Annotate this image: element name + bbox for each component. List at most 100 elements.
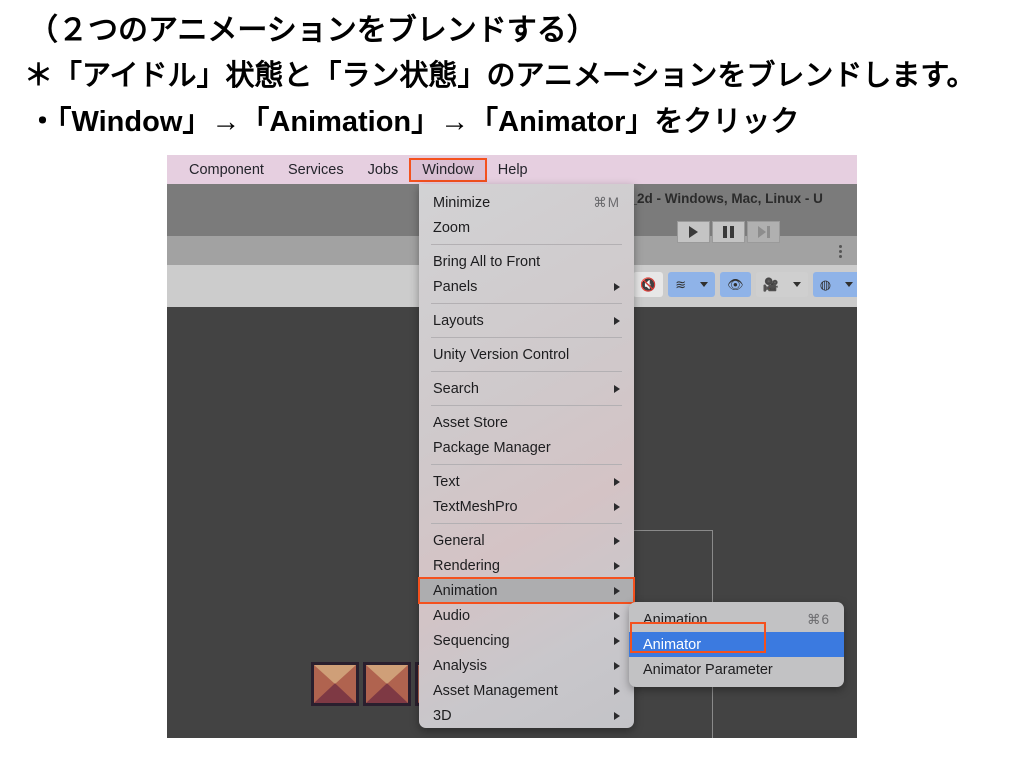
menu-separator xyxy=(431,405,622,406)
menu-separator xyxy=(431,464,622,465)
menu-item-label: General xyxy=(433,532,485,549)
chevron-right-icon xyxy=(614,477,620,486)
menu-item-label: Minimize xyxy=(433,194,491,211)
menu-item-asset-management[interactable]: Asset Management xyxy=(419,678,634,703)
menu-item-label: Layouts xyxy=(433,312,484,329)
menu-item-label: Search xyxy=(433,380,479,397)
menu-item-label: 3D xyxy=(433,707,452,724)
menu-item-sequencing[interactable]: Sequencing xyxy=(419,628,634,653)
menu-separator xyxy=(431,244,622,245)
menu-item-label: Asset Store xyxy=(433,414,508,431)
pause-icon xyxy=(723,226,734,238)
menu-separator xyxy=(431,371,622,372)
chevron-right-icon xyxy=(614,561,620,570)
submenu-item-animator[interactable]: Animator xyxy=(629,632,844,657)
submenu-item-animation[interactable]: Animation ⌘6 xyxy=(629,607,844,632)
kebab-icon[interactable] xyxy=(839,245,842,258)
animation-submenu: Animation ⌘6 Animator Animator Parameter xyxy=(629,602,844,687)
chevron-right-icon xyxy=(614,661,620,670)
menubar-item-window[interactable]: Window xyxy=(409,157,487,182)
menu-item-label: Package Manager xyxy=(433,439,551,456)
chevron-right-icon xyxy=(614,586,620,595)
menubar-item-services[interactable]: Services xyxy=(276,159,356,181)
chevron-right-icon xyxy=(614,536,620,545)
camera-dropdown-caret[interactable] xyxy=(785,272,808,297)
menu-item-panels[interactable]: Panels xyxy=(419,274,634,299)
menu-item-label: Unity Version Control xyxy=(433,346,570,363)
submenu-item-label: Animator Parameter xyxy=(643,661,773,678)
menu-item-minimize[interactable]: Minimize ⌘M xyxy=(419,190,634,215)
menu-separator xyxy=(431,523,622,524)
heading-line-3: ・「Window」→「Animation」→「Animator」をクリック xyxy=(28,106,800,138)
menu-item-text[interactable]: Text xyxy=(419,469,634,494)
menubar-item-component[interactable]: Component xyxy=(177,159,276,181)
menu-item-zoom[interactable]: Zoom xyxy=(419,215,634,240)
camera-bounds-top xyxy=(627,530,713,531)
unity-menu-bar: Component Services Jobs Window Help xyxy=(167,155,857,184)
menubar-item-jobs[interactable]: Jobs xyxy=(356,159,411,181)
menu-item-label: Zoom xyxy=(433,219,471,236)
menu-separator xyxy=(431,303,622,304)
submenu-item-shortcut: ⌘6 xyxy=(806,611,830,627)
menu-item-analysis[interactable]: Analysis xyxy=(419,653,634,678)
menu-item-label: Animation xyxy=(433,582,498,599)
menu-item-label: Bring All to Front xyxy=(433,253,541,270)
chevron-right-icon xyxy=(614,384,620,393)
gizmos-icon[interactable]: ◍ xyxy=(812,272,839,297)
effects-icon[interactable]: ≋ xyxy=(668,272,694,297)
chevron-right-icon xyxy=(614,711,620,720)
menu-item-bring-all-to-front[interactable]: Bring All to Front xyxy=(419,249,634,274)
play-button[interactable] xyxy=(677,221,710,243)
menu-item-label: Panels xyxy=(433,278,478,295)
chevron-right-icon xyxy=(614,282,620,291)
camera-group: 🎥 xyxy=(755,272,808,297)
heading-line-2: ＊「アイドル」状態と「ラン状態」のアニメーションをブレンドします。 xyxy=(24,60,976,92)
menu-item-textmeshpro[interactable]: TextMeshPro xyxy=(419,494,634,519)
step-icon xyxy=(757,226,770,238)
window-title: t_2d - Windows, Mac, Linux - U xyxy=(625,191,823,206)
chevron-right-icon xyxy=(614,611,620,620)
menu-item-label: Analysis xyxy=(433,657,487,674)
chevron-right-icon xyxy=(614,686,620,695)
menu-item-asset-store[interactable]: Asset Store xyxy=(419,410,634,435)
window-dropdown-menu: Minimize ⌘M Zoom Bring All to Front Pane… xyxy=(418,184,635,728)
submenu-item-label: Animator xyxy=(643,636,702,653)
menu-item-3d[interactable]: 3D xyxy=(419,703,634,728)
step-button[interactable] xyxy=(747,221,780,243)
heading-line-1: （２つのアニメーションをブレンドする） xyxy=(28,14,597,47)
menu-item-animation[interactable]: Animation xyxy=(418,577,635,604)
chevron-right-icon xyxy=(614,316,620,325)
menu-item-audio[interactable]: Audio xyxy=(419,603,634,628)
camera-icon[interactable]: 🎥 xyxy=(755,272,786,297)
menu-item-label: Text xyxy=(433,473,460,490)
mute-audio-icon[interactable]: 🔇 xyxy=(633,272,664,297)
menubar-item-help[interactable]: Help xyxy=(486,159,540,181)
crate-sprite xyxy=(311,662,359,706)
gizmos-group: ◍ xyxy=(812,272,857,297)
submenu-item-animator-parameter[interactable]: Animator Parameter xyxy=(629,657,844,682)
submenu-item-label: Animation xyxy=(643,611,708,628)
scene-visibility-icon[interactable]: 👁 xyxy=(720,272,751,297)
gizmos-dropdown-caret[interactable] xyxy=(838,272,857,297)
effects-dropdown-caret[interactable] xyxy=(693,272,716,297)
unity-screenshot: t_2d - Windows, Mac, Linux - U 🔇 ≋ 👁 🎥 ◍ xyxy=(167,155,857,738)
menu-item-general[interactable]: General xyxy=(419,528,634,553)
playback-controls xyxy=(677,221,780,243)
menu-item-package-manager[interactable]: Package Manager xyxy=(419,435,634,460)
menu-item-label: Audio xyxy=(433,607,471,624)
menu-item-shortcut: ⌘M xyxy=(593,194,620,210)
menu-item-rendering[interactable]: Rendering xyxy=(419,553,634,578)
scene-view-toolbar: 🔇 ≋ 👁 🎥 ◍ xyxy=(633,272,857,297)
chevron-right-icon xyxy=(614,636,620,645)
menu-item-search[interactable]: Search xyxy=(419,376,634,401)
menu-item-layouts[interactable]: Layouts xyxy=(419,308,634,333)
chevron-right-icon xyxy=(614,502,620,511)
menu-item-label: Rendering xyxy=(433,557,500,574)
menu-item-label: Sequencing xyxy=(433,632,510,649)
effects-group: ≋ xyxy=(668,272,716,297)
menu-item-label: TextMeshPro xyxy=(433,498,518,515)
slide-root: （２つのアニメーションをブレンドする） ＊「アイドル」状態と「ラン状態」のアニメ… xyxy=(0,0,1024,768)
menu-item-unity-version-control[interactable]: Unity Version Control xyxy=(419,342,634,367)
pause-button[interactable] xyxy=(712,221,745,243)
menu-separator xyxy=(431,337,622,338)
